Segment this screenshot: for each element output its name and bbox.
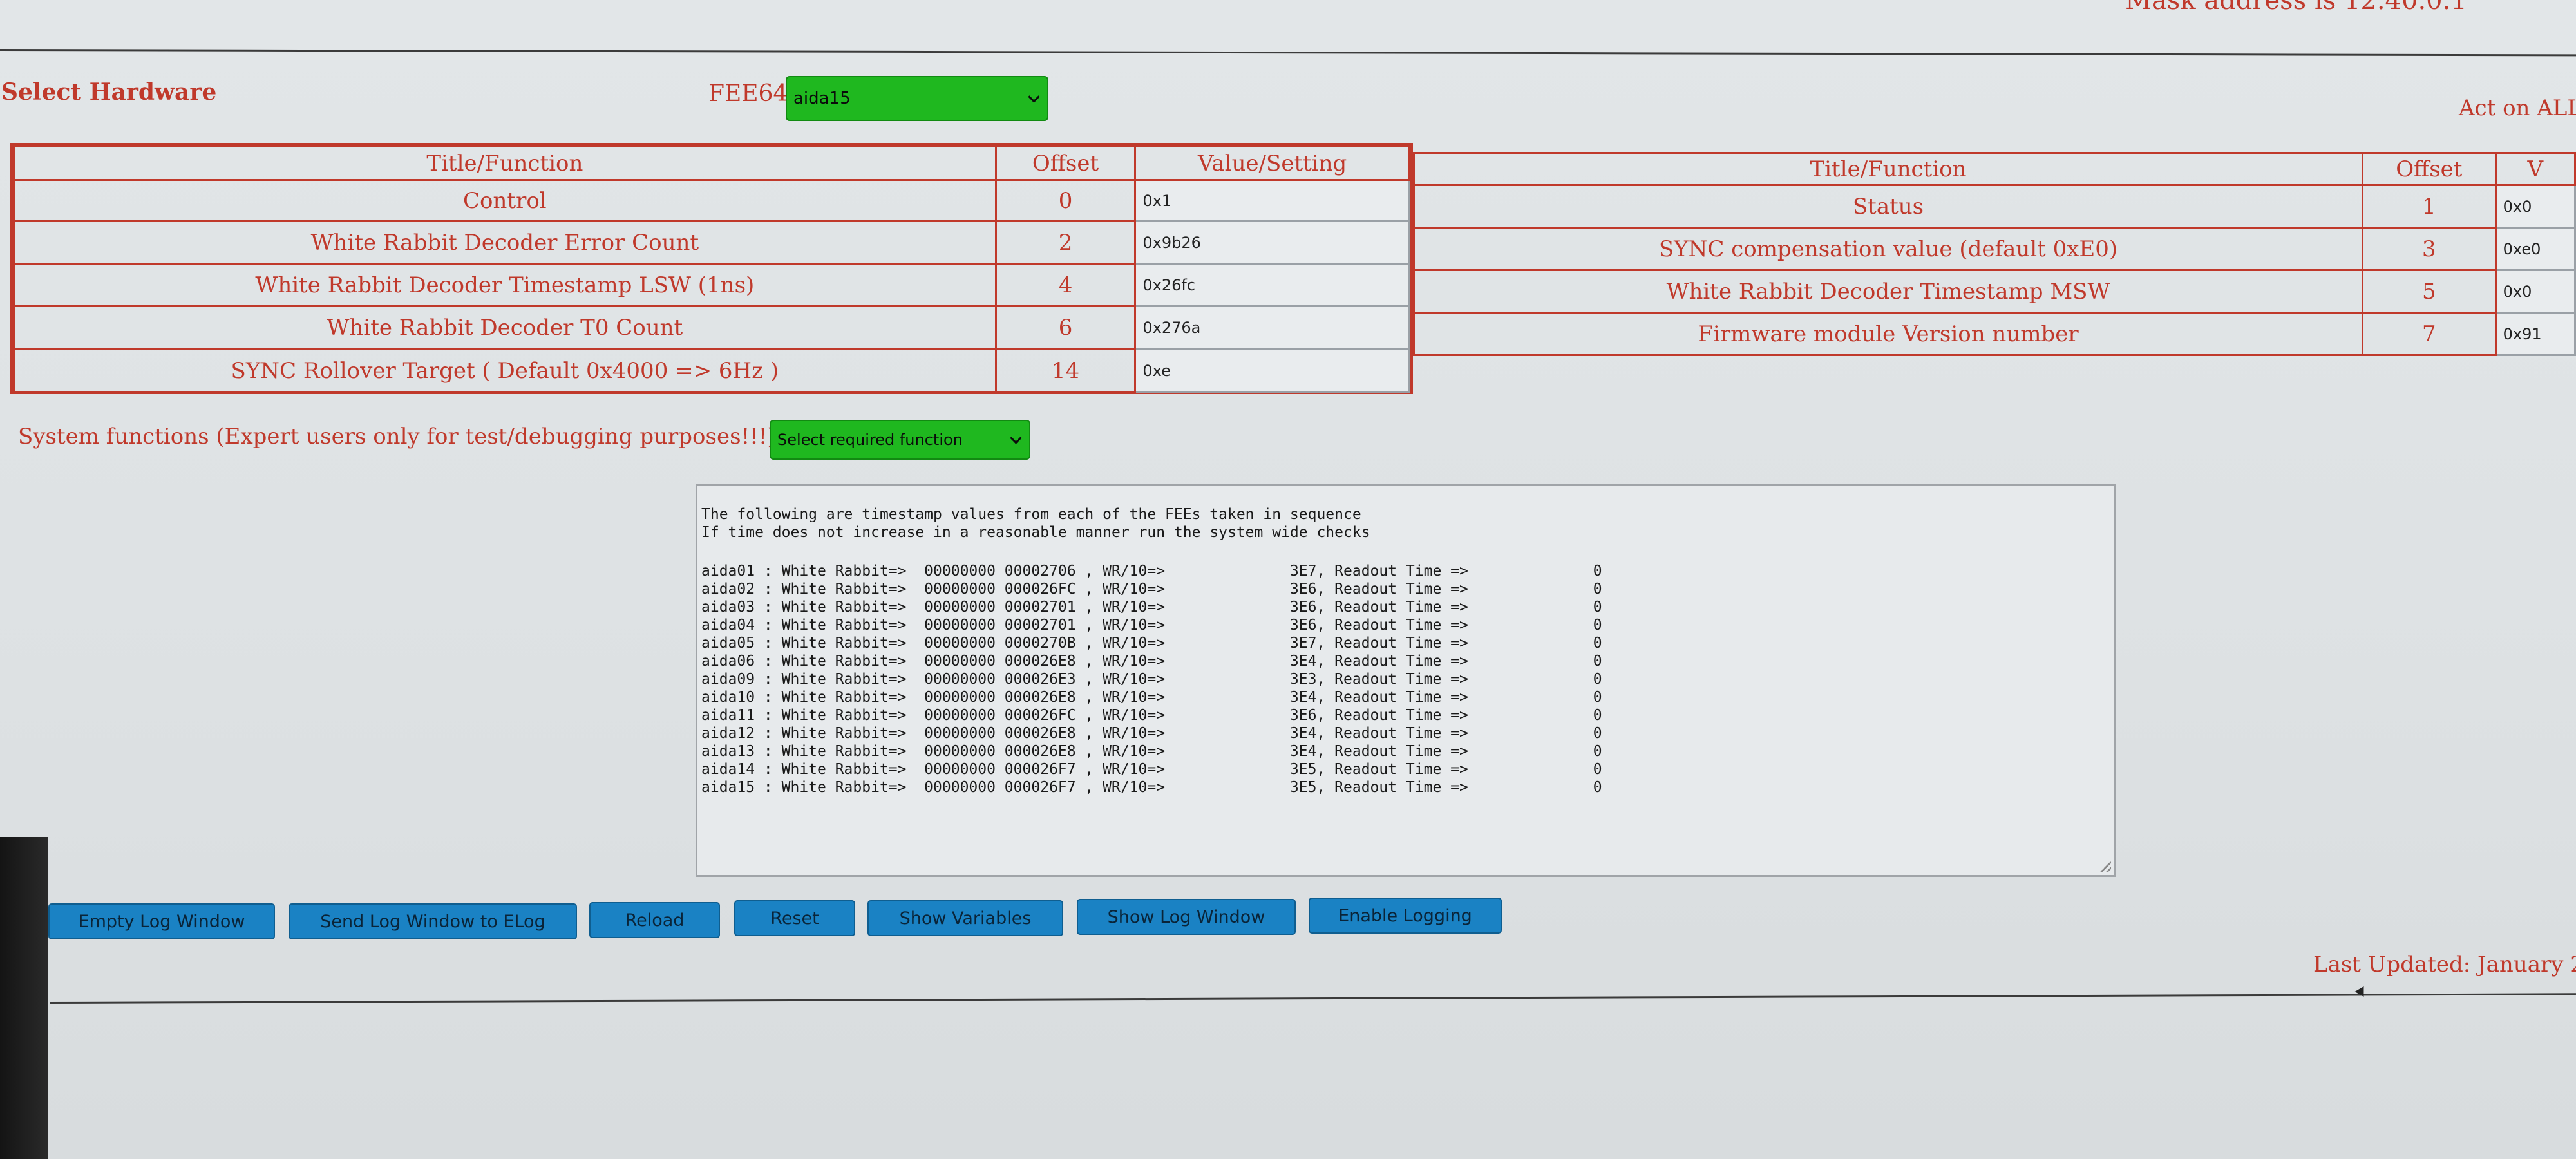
log-line: aida06 : White Rabbit=> 00000000 000026E… xyxy=(701,653,1602,670)
table-row: Firmware module Version number 7 0x91 xyxy=(1413,312,2576,356)
system-function-select-value: Select required function xyxy=(777,431,963,449)
register-title: SYNC Rollover Target ( Default 0x4000 =>… xyxy=(13,348,997,393)
log-line: aida12 : White Rabbit=> 00000000 000026E… xyxy=(701,725,1602,742)
log-line: aida14 : White Rabbit=> 00000000 000026F… xyxy=(701,761,1602,778)
register-value-field[interactable]: 0x26fc xyxy=(1134,263,1410,307)
send-log-to-elog-button[interactable]: Send Log Window to ELog xyxy=(289,903,577,939)
register-offset: 4 xyxy=(994,263,1137,307)
register-offset: 6 xyxy=(994,305,1137,350)
col-header-value: Value/Setting xyxy=(1134,146,1410,181)
register-table-right: Title/Function Offset V Status 1 0x0 SYN… xyxy=(1413,152,2576,356)
chevron-down-icon xyxy=(1010,432,1022,444)
col-header-value: V xyxy=(2494,152,2576,186)
register-value-field[interactable]: 0x9b26 xyxy=(1134,220,1410,265)
log-line: aida11 : White Rabbit=> 00000000 000026F… xyxy=(701,707,1602,724)
hardware-select[interactable]: aida15 xyxy=(786,76,1048,121)
system-functions-label: System functions (Expert users only for … xyxy=(18,424,776,449)
log-line: aida03 : White Rabbit=> 00000000 0000270… xyxy=(701,599,1602,616)
log-line: aida15 : White Rabbit=> 00000000 000026F… xyxy=(701,779,1602,796)
log-header-line: If time does not increase in a reasonabl… xyxy=(701,524,1370,541)
register-offset: 2 xyxy=(994,220,1137,265)
col-header-title: Title/Function xyxy=(13,146,997,181)
bottom-divider xyxy=(50,993,2576,1004)
fee64-label: FEE64 xyxy=(708,80,788,107)
register-value-field[interactable]: 0xe0 xyxy=(2494,227,2576,271)
register-value-field[interactable]: 0x91 xyxy=(2494,312,2576,356)
register-title: Control xyxy=(13,179,997,222)
chevron-down-icon xyxy=(1028,91,1040,103)
log-line: aida13 : White Rabbit=> 00000000 000026E… xyxy=(701,743,1602,760)
enable-logging-button[interactable]: Enable Logging xyxy=(1309,898,1502,934)
register-value-field[interactable]: 0x0 xyxy=(2494,269,2576,314)
register-title: White Rabbit Decoder Timestamp MSW xyxy=(1413,269,2363,314)
act-on-all-label[interactable]: Act on ALL xyxy=(2459,95,2576,121)
register-value-field[interactable]: 0xe xyxy=(1134,348,1410,393)
register-value-field[interactable]: 0x0 xyxy=(2494,184,2576,229)
register-offset: 7 xyxy=(2361,312,2497,356)
screen: Mask address is 12.40.0.1 Select Hardwar… xyxy=(0,0,2576,1159)
table-row: White Rabbit Decoder Timestamp MSW 5 0x0 xyxy=(1413,269,2576,314)
register-value-field[interactable]: 0x1 xyxy=(1134,179,1410,222)
log-header-line: The following are timestamp values from … xyxy=(701,506,1361,523)
register-title: White Rabbit Decoder Timestamp LSW (1ns) xyxy=(13,263,997,307)
log-line: aida09 : White Rabbit=> 00000000 000026E… xyxy=(701,671,1602,688)
register-title: SYNC compensation value (default 0xE0) xyxy=(1413,227,2363,271)
log-line: aida01 : White Rabbit=> 00000000 0000270… xyxy=(701,563,1602,580)
top-divider xyxy=(0,49,2576,57)
register-offset: 3 xyxy=(2361,227,2497,271)
empty-log-window-button[interactable]: Empty Log Window xyxy=(48,903,275,939)
table-row: White Rabbit Decoder Timestamp LSW (1ns)… xyxy=(13,263,1410,307)
register-offset: 1 xyxy=(2361,184,2497,229)
table-row: SYNC Rollover Target ( Default 0x4000 =>… xyxy=(13,348,1410,393)
table-row: Status 1 0x0 xyxy=(1413,184,2576,229)
system-function-select[interactable]: Select required function xyxy=(770,420,1030,460)
show-log-window-button[interactable]: Show Log Window xyxy=(1077,899,1296,935)
table-row: White Rabbit Decoder Error Count 2 0x9b2… xyxy=(13,220,1410,265)
reset-button[interactable]: Reset xyxy=(734,900,855,936)
col-header-offset: Offset xyxy=(994,146,1137,181)
log-line: aida04 : White Rabbit=> 00000000 0000270… xyxy=(701,617,1602,634)
register-offset: 14 xyxy=(994,348,1137,393)
register-offset: 5 xyxy=(2361,269,2497,314)
register-table-left: Title/Function Offset Value/Setting Cont… xyxy=(13,146,1410,393)
hardware-select-value: aida15 xyxy=(793,89,851,108)
select-hardware-heading: Select Hardware xyxy=(1,79,217,106)
log-line: aida05 : White Rabbit=> 00000000 0000270… xyxy=(701,635,1602,652)
log-line: aida02 : White Rabbit=> 00000000 000026F… xyxy=(701,581,1602,598)
register-title: White Rabbit Decoder T0 Count xyxy=(13,305,997,350)
last-updated-text: Last Updated: January 20, xyxy=(2313,952,2576,977)
show-variables-button[interactable]: Show Variables xyxy=(867,900,1063,936)
register-title: White Rabbit Decoder Error Count xyxy=(13,220,997,265)
register-title: Firmware module Version number xyxy=(1413,312,2363,356)
monitor-bezel xyxy=(0,837,48,1159)
col-header-title: Title/Function xyxy=(1413,152,2363,186)
top-note: Mask address is 12.40.0.1 xyxy=(2125,0,2467,15)
table-row: SYNC compensation value (default 0xE0) 3… xyxy=(1413,227,2576,271)
reload-button[interactable]: Reload xyxy=(589,902,720,938)
col-header-offset: Offset xyxy=(2361,152,2497,186)
register-offset: 0 xyxy=(994,179,1137,222)
table-row: White Rabbit Decoder T0 Count 6 0x276a xyxy=(13,305,1410,350)
register-value-field[interactable]: 0x276a xyxy=(1134,305,1410,350)
log-line: aida10 : White Rabbit=> 00000000 000026E… xyxy=(701,689,1602,706)
table-row: Control 0 0x1 xyxy=(13,179,1410,222)
register-title: Status xyxy=(1413,184,2363,229)
resize-handle-icon[interactable] xyxy=(2099,861,2111,872)
log-window[interactable]: The following are timestamp values from … xyxy=(696,484,2116,877)
